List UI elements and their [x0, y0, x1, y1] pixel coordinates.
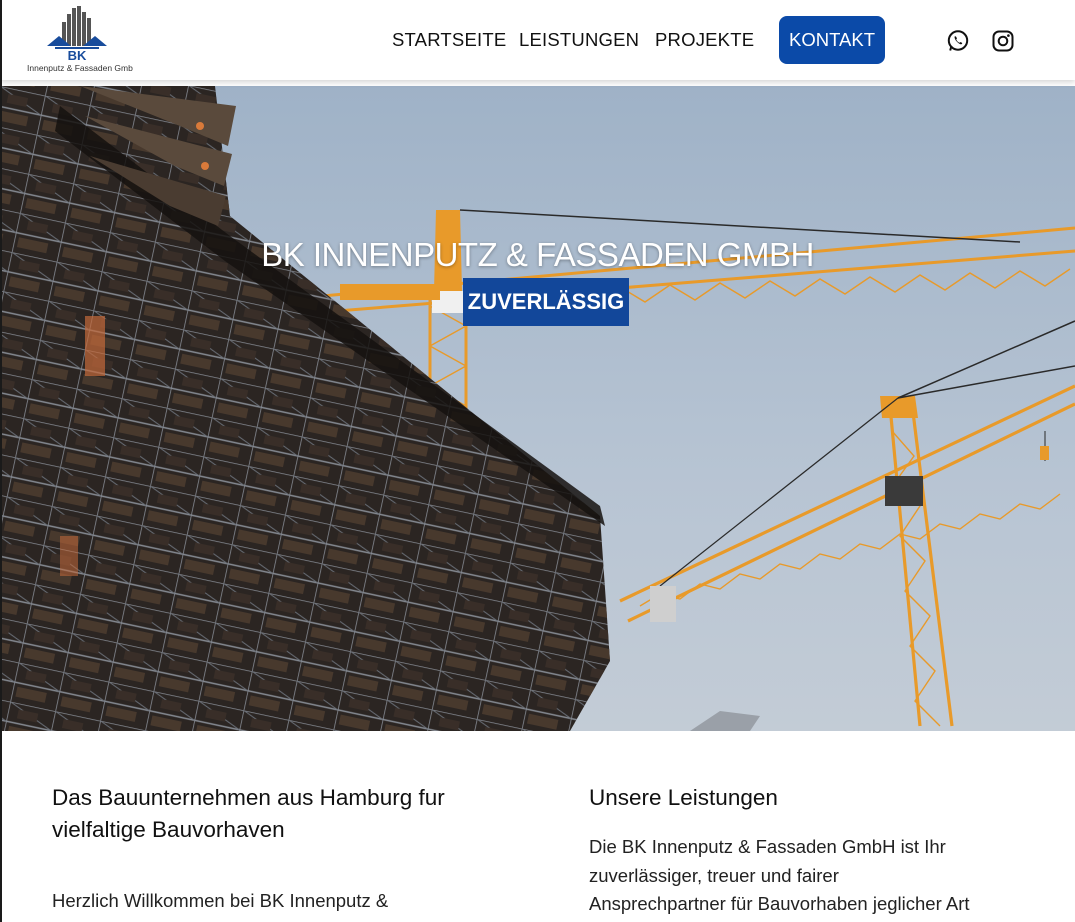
- nav-startseite[interactable]: STARTSEITE: [392, 29, 506, 51]
- logo-tagline: Innenputz & Fassaden Gmb: [27, 63, 133, 73]
- hero-title: BK INNENPUTZ & FASSADEN GMBH: [261, 236, 814, 273]
- intro-text: Herzlich Willkommen bei BK Innenputz &: [52, 890, 389, 911]
- services-text-line2: zuverlässiger, treuer und fairer: [589, 864, 839, 886]
- services-heading: Unsere Leistungen: [589, 785, 778, 810]
- building-logo-icon: [47, 6, 107, 49]
- site-header: BK Innenputz & Fassaden Gmb STARTSEITE L…: [0, 0, 1075, 80]
- instagram-icon[interactable]: [991, 29, 1015, 53]
- intro-heading-line2: vielfaltige Bauvorhaven: [52, 817, 285, 842]
- kontakt-button[interactable]: KONTAKT: [779, 16, 885, 64]
- nav-leistungen[interactable]: LEISTUNGEN: [519, 29, 639, 51]
- whatsapp-icon[interactable]: [946, 29, 970, 53]
- window-edge: [0, 0, 2, 922]
- nav-projekte[interactable]: PROJEKTE: [655, 29, 754, 51]
- logo-initials: BK: [67, 48, 87, 63]
- intro-heading-line1: Das Bauunternehmen aus Hamburg fur: [52, 785, 445, 810]
- hero-badge: ZUVERLÄSSIG: [463, 278, 629, 326]
- intro-column: Das Bauunternehmen aus Hamburg fur vielf…: [52, 782, 512, 916]
- services-text: Die BK Innenputz & Fassaden GmbH ist Ihr…: [589, 833, 1029, 919]
- services-text-line3: Ansprechpartner für Bauvorhaben jegliche…: [589, 893, 970, 914]
- hero-banner: BK INNENPUTZ & FASSADEN GMBH ZUVERLÄSSIG: [0, 86, 1075, 731]
- content-section: Das Bauunternehmen aus Hamburg fur vielf…: [0, 731, 1075, 922]
- intro-heading: Das Bauunternehmen aus Hamburg fur vielf…: [52, 782, 512, 846]
- services-column: Unsere Leistungen Die BK Innenputz & Fas…: [589, 782, 1029, 919]
- site-logo[interactable]: BK Innenputz & Fassaden Gmb: [27, 4, 133, 76]
- services-text-line1: Die BK Innenputz & Fassaden GmbH ist Ihr: [589, 836, 946, 857]
- construction-site-image: [0, 86, 1075, 731]
